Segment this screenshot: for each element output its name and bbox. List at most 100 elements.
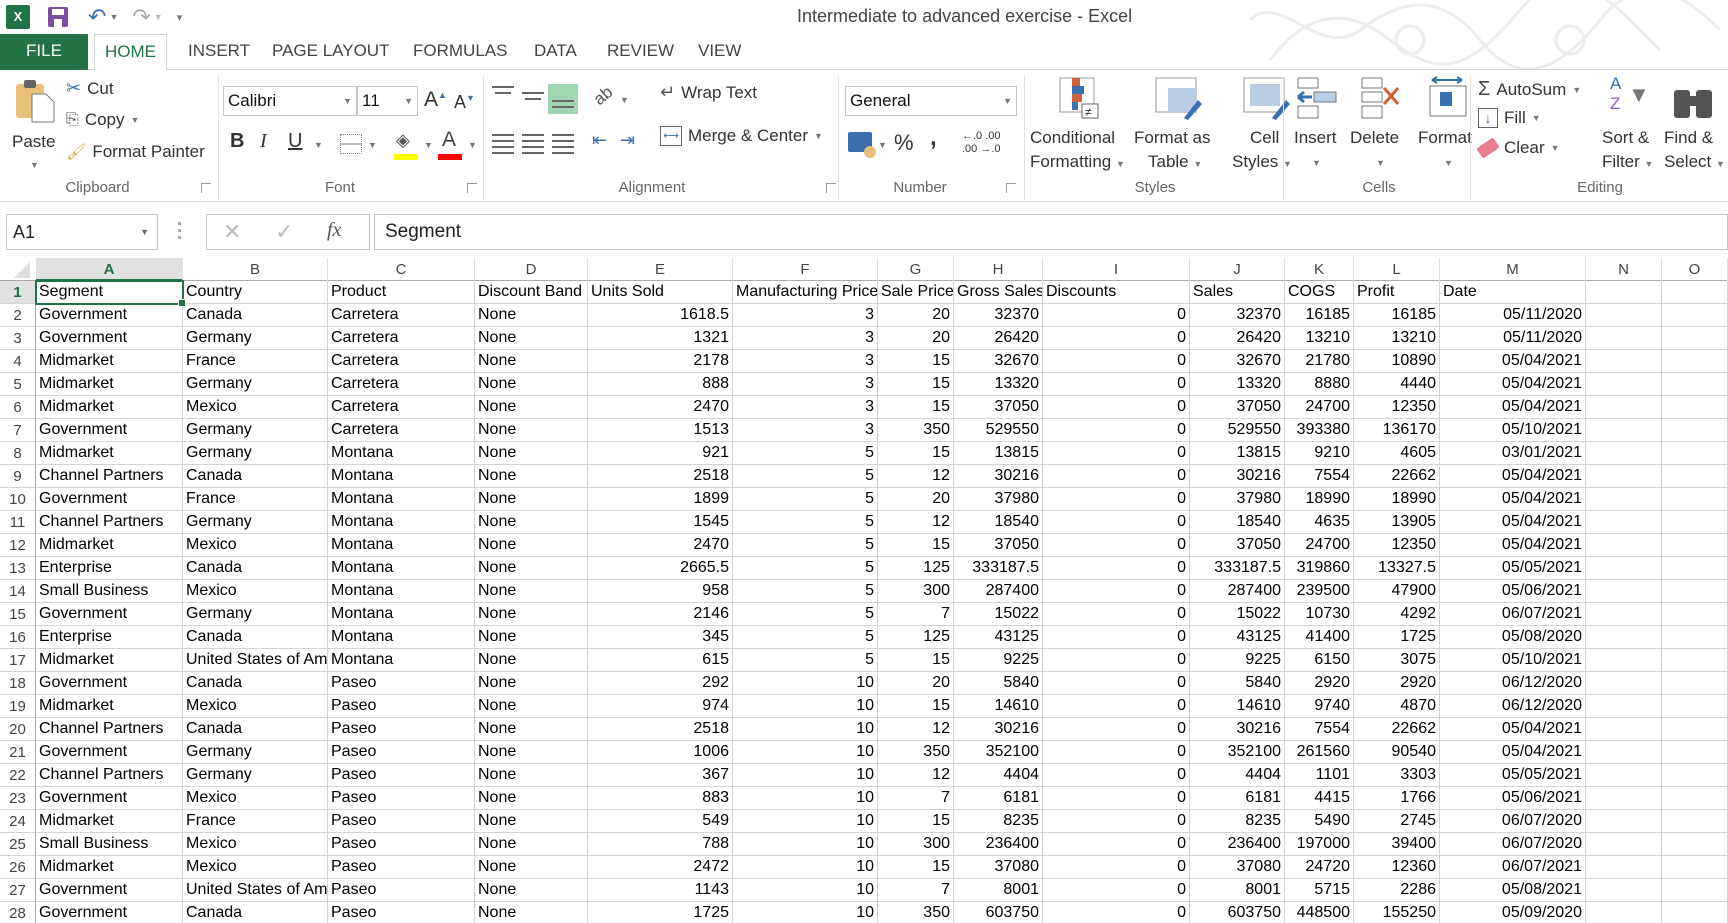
- cell-h24[interactable]: 8235: [954, 810, 1043, 833]
- middle-align-icon[interactable]: [522, 92, 544, 104]
- cell-d27[interactable]: None: [475, 879, 588, 902]
- cell-c25[interactable]: Paseo: [328, 833, 475, 856]
- cell-l26[interactable]: 12360: [1354, 856, 1440, 879]
- cell-d12[interactable]: None: [475, 534, 588, 557]
- cell-k24[interactable]: 5490: [1285, 810, 1354, 833]
- cell-f10[interactable]: 5: [733, 488, 878, 511]
- cell-n6[interactable]: [1586, 396, 1662, 419]
- row-header[interactable]: 28: [0, 902, 36, 923]
- cell-b13[interactable]: Canada: [183, 557, 328, 580]
- cell-j23[interactable]: 6181: [1190, 787, 1285, 810]
- cell-h21[interactable]: 352100: [954, 741, 1043, 764]
- cell-o9[interactable]: [1662, 465, 1728, 488]
- cell-k6[interactable]: 24700: [1285, 396, 1354, 419]
- cell-f5[interactable]: 3: [733, 373, 878, 396]
- cell-e6[interactable]: 2470: [588, 396, 733, 419]
- cell-d26[interactable]: None: [475, 856, 588, 879]
- cell-c23[interactable]: Paseo: [328, 787, 475, 810]
- cell-k7[interactable]: 393380: [1285, 419, 1354, 442]
- cell-k22[interactable]: 1101: [1285, 764, 1354, 787]
- cell-c24[interactable]: Paseo: [328, 810, 475, 833]
- cell-j5[interactable]: 13320: [1190, 373, 1285, 396]
- cell-i5[interactable]: 0: [1043, 373, 1190, 396]
- cell-o24[interactable]: [1662, 810, 1728, 833]
- delete-dropdown-icon[interactable]: ▼: [1376, 158, 1385, 168]
- cell-g24[interactable]: 15: [878, 810, 954, 833]
- font-size-select[interactable]: 11 ▼: [357, 86, 418, 116]
- cell-b9[interactable]: Canada: [183, 465, 328, 488]
- cell-j18[interactable]: 5840: [1190, 672, 1285, 695]
- cell-o28[interactable]: [1662, 902, 1728, 923]
- cell-i28[interactable]: 0: [1043, 902, 1190, 923]
- cell-j14[interactable]: 287400: [1190, 580, 1285, 603]
- cell-d11[interactable]: None: [475, 511, 588, 534]
- cell-b3[interactable]: Germany: [183, 327, 328, 350]
- cell-d3[interactable]: None: [475, 327, 588, 350]
- cell-a9[interactable]: Channel Partners: [36, 465, 183, 488]
- cell-n1[interactable]: [1586, 281, 1662, 304]
- cell-g27[interactable]: 7: [878, 879, 954, 902]
- cell-h8[interactable]: 13815: [954, 442, 1043, 465]
- cell-a20[interactable]: Channel Partners: [36, 718, 183, 741]
- column-header-i[interactable]: I: [1043, 258, 1190, 281]
- cell-e28[interactable]: 1725: [588, 902, 733, 923]
- cell-l15[interactable]: 4292: [1354, 603, 1440, 626]
- cell-h23[interactable]: 6181: [954, 787, 1043, 810]
- clipboard-dialog-launcher-icon[interactable]: [201, 183, 211, 193]
- cell-n14[interactable]: [1586, 580, 1662, 603]
- row-header[interactable]: 15: [0, 603, 36, 626]
- cell-o18[interactable]: [1662, 672, 1728, 695]
- cell-d2[interactable]: None: [475, 304, 588, 327]
- cell-m23[interactable]: 05/06/2021: [1440, 787, 1586, 810]
- autosum-dropdown-icon[interactable]: ▼: [1572, 85, 1581, 95]
- cell-c9[interactable]: Montana: [328, 465, 475, 488]
- cell-b12[interactable]: Mexico: [183, 534, 328, 557]
- row-header[interactable]: 18: [0, 672, 36, 695]
- cell-o20[interactable]: [1662, 718, 1728, 741]
- cell-a25[interactable]: Small Business: [36, 833, 183, 856]
- cell-k1[interactable]: COGS: [1285, 281, 1354, 304]
- cell-e1[interactable]: Units Sold: [588, 281, 733, 304]
- font-color-dropdown-icon[interactable]: ▼: [468, 140, 477, 150]
- cell-f26[interactable]: 10: [733, 856, 878, 879]
- cell-a6[interactable]: Midmarket: [36, 396, 183, 419]
- cell-j10[interactable]: 37980: [1190, 488, 1285, 511]
- tab-insert[interactable]: INSERT: [178, 34, 260, 70]
- cancel-icon[interactable]: ✕: [223, 219, 241, 245]
- cell-n12[interactable]: [1586, 534, 1662, 557]
- cell-i10[interactable]: 0: [1043, 488, 1190, 511]
- cell-n9[interactable]: [1586, 465, 1662, 488]
- cell-k26[interactable]: 24720: [1285, 856, 1354, 879]
- cell-d18[interactable]: None: [475, 672, 588, 695]
- cell-c14[interactable]: Montana: [328, 580, 475, 603]
- cell-g20[interactable]: 12: [878, 718, 954, 741]
- row-header[interactable]: 5: [0, 373, 36, 396]
- redo-dropdown-icon[interactable]: ▼: [154, 12, 163, 22]
- cell-l2[interactable]: 16185: [1354, 304, 1440, 327]
- cell-m19[interactable]: 06/12/2020: [1440, 695, 1586, 718]
- cell-b19[interactable]: Mexico: [183, 695, 328, 718]
- row-header[interactable]: 17: [0, 649, 36, 672]
- wrap-text-button[interactable]: ↵ Wrap Text: [660, 82, 757, 103]
- cell-o25[interactable]: [1662, 833, 1728, 856]
- cell-m15[interactable]: 06/07/2021: [1440, 603, 1586, 626]
- cell-c20[interactable]: Paseo: [328, 718, 475, 741]
- cell-m28[interactable]: 05/09/2020: [1440, 902, 1586, 923]
- cell-a26[interactable]: Midmarket: [36, 856, 183, 879]
- cell-a3[interactable]: Government: [36, 327, 183, 350]
- cell-j28[interactable]: 603750: [1190, 902, 1285, 923]
- column-header-g[interactable]: G: [878, 258, 954, 281]
- cell-i25[interactable]: 0: [1043, 833, 1190, 856]
- cell-f24[interactable]: 10: [733, 810, 878, 833]
- cell-m3[interactable]: 05/11/2020: [1440, 327, 1586, 350]
- cell-d20[interactable]: None: [475, 718, 588, 741]
- cell-m27[interactable]: 05/08/2021: [1440, 879, 1586, 902]
- cell-d4[interactable]: None: [475, 350, 588, 373]
- row-header[interactable]: 11: [0, 511, 36, 534]
- cell-a24[interactable]: Midmarket: [36, 810, 183, 833]
- cell-o19[interactable]: [1662, 695, 1728, 718]
- cell-m1[interactable]: Date: [1440, 281, 1586, 304]
- cell-m10[interactable]: 05/04/2021: [1440, 488, 1586, 511]
- cell-h19[interactable]: 14610: [954, 695, 1043, 718]
- cell-g21[interactable]: 350: [878, 741, 954, 764]
